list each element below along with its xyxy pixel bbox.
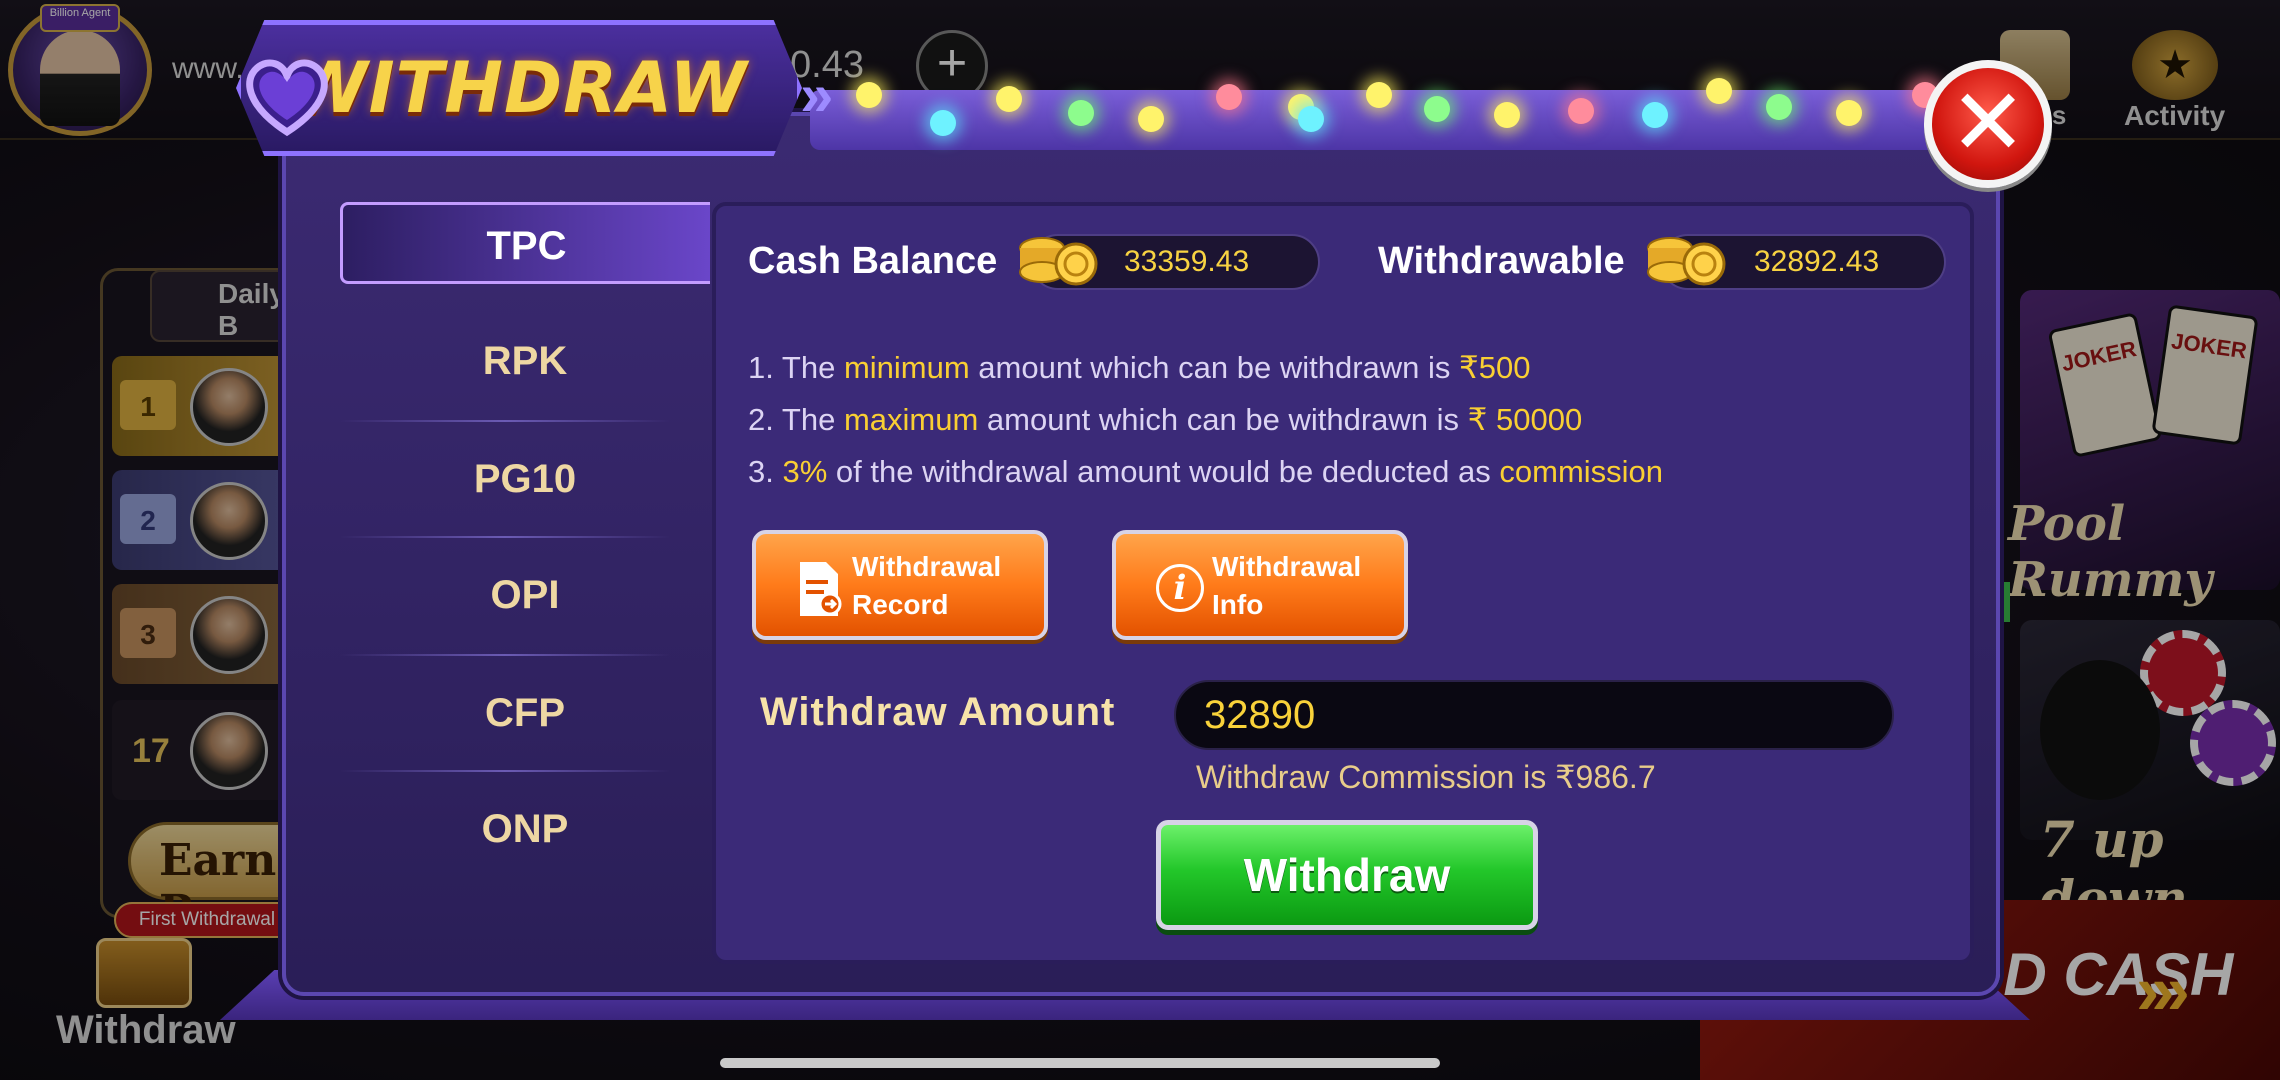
withdrawal-record-button[interactable]: Withdrawal Record: [752, 530, 1048, 640]
withdraw-amount-input[interactable]: [1174, 680, 1894, 750]
tab-divider: [340, 536, 670, 538]
coins-icon: [1019, 237, 1098, 286]
info-icon: i: [1156, 564, 1204, 612]
withdrawal-info-label: Withdrawal Info: [1212, 548, 1361, 624]
rule-text: of the withdrawal amount would be deduct…: [827, 454, 1500, 489]
rule-text: 3.: [748, 454, 783, 489]
light-bulb-icon: [1068, 100, 1094, 126]
light-bulb-icon: [1216, 84, 1242, 110]
rule-text: amount which can be withdrawn is: [969, 350, 1460, 385]
rule-text: amount which can be withdrawn is: [978, 402, 1468, 437]
light-bulb-icon: [1138, 106, 1164, 132]
tab-opi[interactable]: OPI: [340, 554, 710, 636]
rule-text: 2. The: [748, 402, 844, 437]
dialog-title: WITHDRAW: [290, 47, 748, 129]
home-indicator[interactable]: [720, 1058, 1440, 1068]
light-bulb-icon: [1766, 94, 1792, 120]
rule-minimum: 1. The minimum amount which can be withd…: [748, 350, 1530, 386]
tab-divider: [340, 420, 670, 422]
tab-pg10[interactable]: PG10: [340, 438, 710, 520]
tab-cfp[interactable]: CFP: [340, 672, 710, 754]
light-bulb-icon: [930, 110, 956, 136]
light-bulb-icon: [996, 86, 1022, 112]
button-line: Withdrawal: [1212, 551, 1362, 582]
rule-value: ₹500: [1459, 350, 1531, 385]
tab-divider: [340, 770, 670, 772]
withdrawal-record-label: Withdrawal Record: [852, 548, 1001, 624]
button-line: Withdrawal: [852, 551, 1002, 582]
light-bulb-icon: [1366, 82, 1392, 108]
tab-divider: [340, 654, 670, 656]
withdraw-button[interactable]: Withdraw: [1156, 820, 1538, 930]
tab-onp[interactable]: ONP: [340, 788, 710, 870]
close-button[interactable]: ✕: [1924, 60, 2052, 188]
rule-value: ₹ 50000: [1467, 402, 1583, 437]
withdraw-amount-label: Withdraw Amount: [760, 690, 1116, 734]
rule-text: 1. The: [748, 350, 844, 385]
rule-value: commission: [1499, 454, 1664, 489]
coins-icon: [1647, 237, 1726, 286]
rule-highlight: maximum: [843, 402, 979, 437]
light-bulb-icon: [1836, 100, 1862, 126]
light-bulb-icon: [1424, 96, 1450, 122]
rule-maximum: 2. The maximum amount which can be withd…: [748, 402, 1582, 438]
commission-text: Withdraw Commission is ₹986.7: [1196, 759, 1656, 795]
rule-highlight: 3%: [782, 454, 828, 489]
light-bulb-icon: [1568, 98, 1594, 124]
withdrawal-info-button[interactable]: i Withdrawal Info: [1112, 530, 1408, 640]
light-bulb-icon: [1298, 106, 1324, 132]
tab-rpk[interactable]: RPK: [340, 320, 710, 402]
button-line: Info: [1212, 589, 1264, 620]
tab-tpc[interactable]: TPC: [340, 202, 710, 284]
light-bulb-icon: [1706, 78, 1732, 104]
light-bulb-icon: [1642, 102, 1668, 128]
heart-icon: [246, 59, 328, 137]
rule-highlight: minimum: [843, 350, 970, 385]
rule-commission: 3. 3% of the withdrawal amount would be …: [748, 454, 1663, 490]
cash-balance-label: Cash Balance: [748, 240, 998, 282]
button-line: Record: [852, 589, 949, 620]
document-icon: [800, 562, 842, 616]
light-bulb-icon: [1494, 102, 1520, 128]
chevron-right-icon: »: [800, 61, 833, 128]
withdrawable-label: Withdrawable: [1378, 240, 1625, 282]
close-icon: ✕: [1949, 72, 2027, 174]
